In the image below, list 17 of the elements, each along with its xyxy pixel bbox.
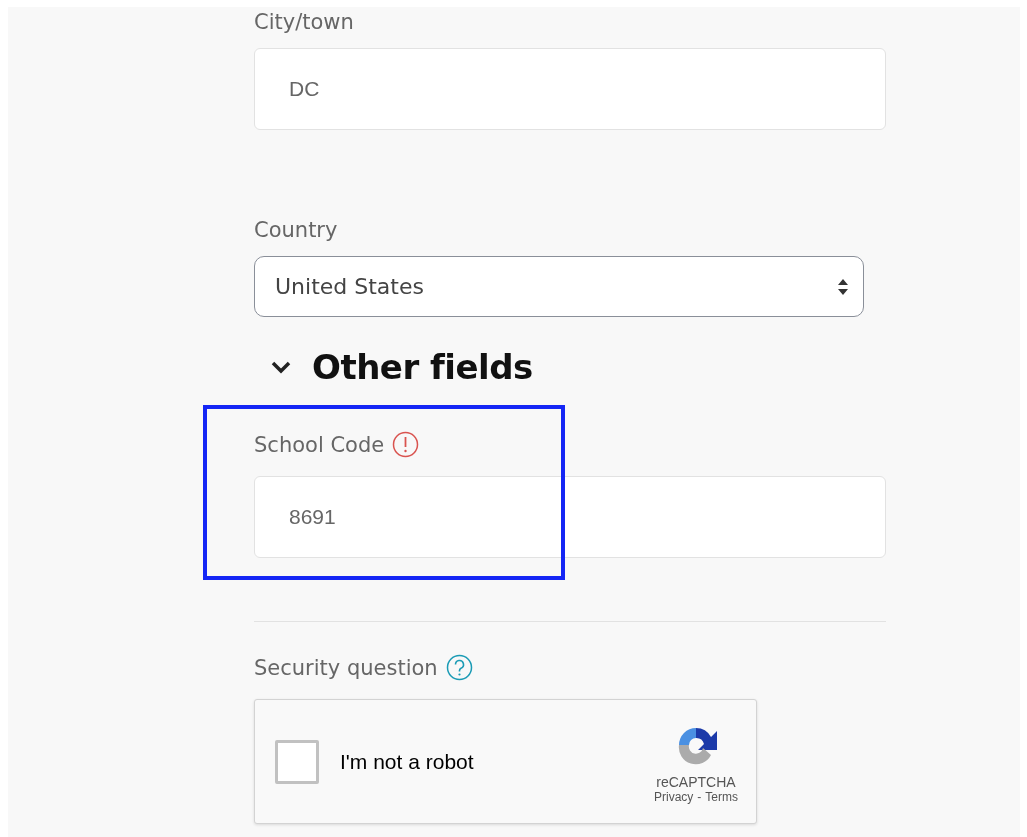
field-label: School Code bbox=[254, 432, 385, 457]
captcha-label: I'm not a robot bbox=[340, 749, 475, 774]
field-label: Country bbox=[254, 218, 338, 242]
terms-link[interactable]: Terms bbox=[705, 789, 738, 804]
country-select[interactable]: United States bbox=[254, 256, 864, 317]
sort-icon bbox=[837, 277, 849, 296]
text-field[interactable]: 8691 bbox=[254, 476, 886, 558]
section-heading: Other fields bbox=[312, 347, 533, 387]
captcha-brand: reCAPTCHA bbox=[656, 773, 736, 790]
text-field[interactable]: DC bbox=[254, 48, 886, 130]
link-separator: - bbox=[697, 789, 702, 804]
help-icon[interactable] bbox=[445, 654, 473, 681]
privacy-link[interactable]: Privacy bbox=[654, 789, 694, 804]
captcha-checkbox[interactable] bbox=[275, 739, 319, 784]
chevron-icon[interactable] bbox=[270, 360, 292, 374]
field-label: City/town bbox=[254, 10, 354, 34]
field-label: Security question bbox=[254, 655, 438, 680]
